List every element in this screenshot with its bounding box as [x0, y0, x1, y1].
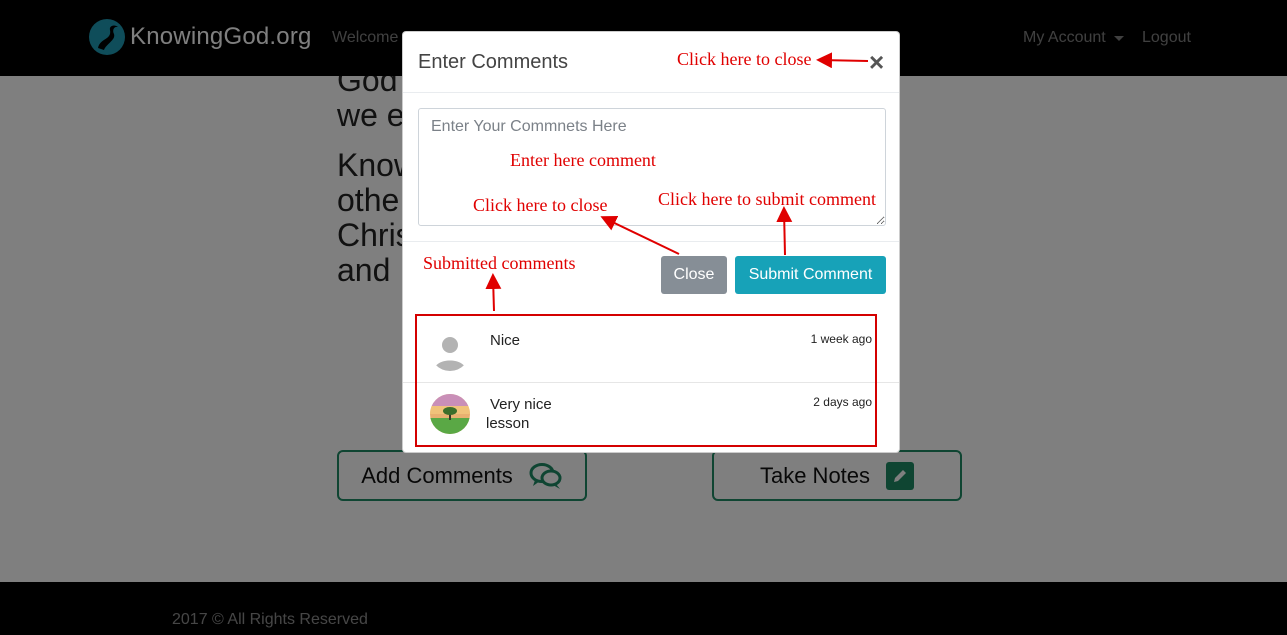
- annotation-submit: Click here to submit comment: [658, 189, 876, 209]
- submit-comment-button[interactable]: Submit Comment: [735, 256, 886, 294]
- divider: [403, 241, 899, 242]
- annotation-enter-comment: Enter here comment: [510, 150, 656, 170]
- close-icon[interactable]: ×: [869, 49, 884, 75]
- annotation-submitted: Submitted comments: [423, 253, 576, 273]
- modal-title: Enter Comments: [418, 51, 569, 73]
- submitted-comments-highlight: [415, 314, 877, 447]
- annotation-close-button: Click here to close: [473, 195, 608, 215]
- annotation-close-top: Click here to close: [677, 49, 812, 69]
- modal-header: Enter Comments ×: [403, 32, 899, 93]
- close-button[interactable]: Close: [661, 256, 727, 294]
